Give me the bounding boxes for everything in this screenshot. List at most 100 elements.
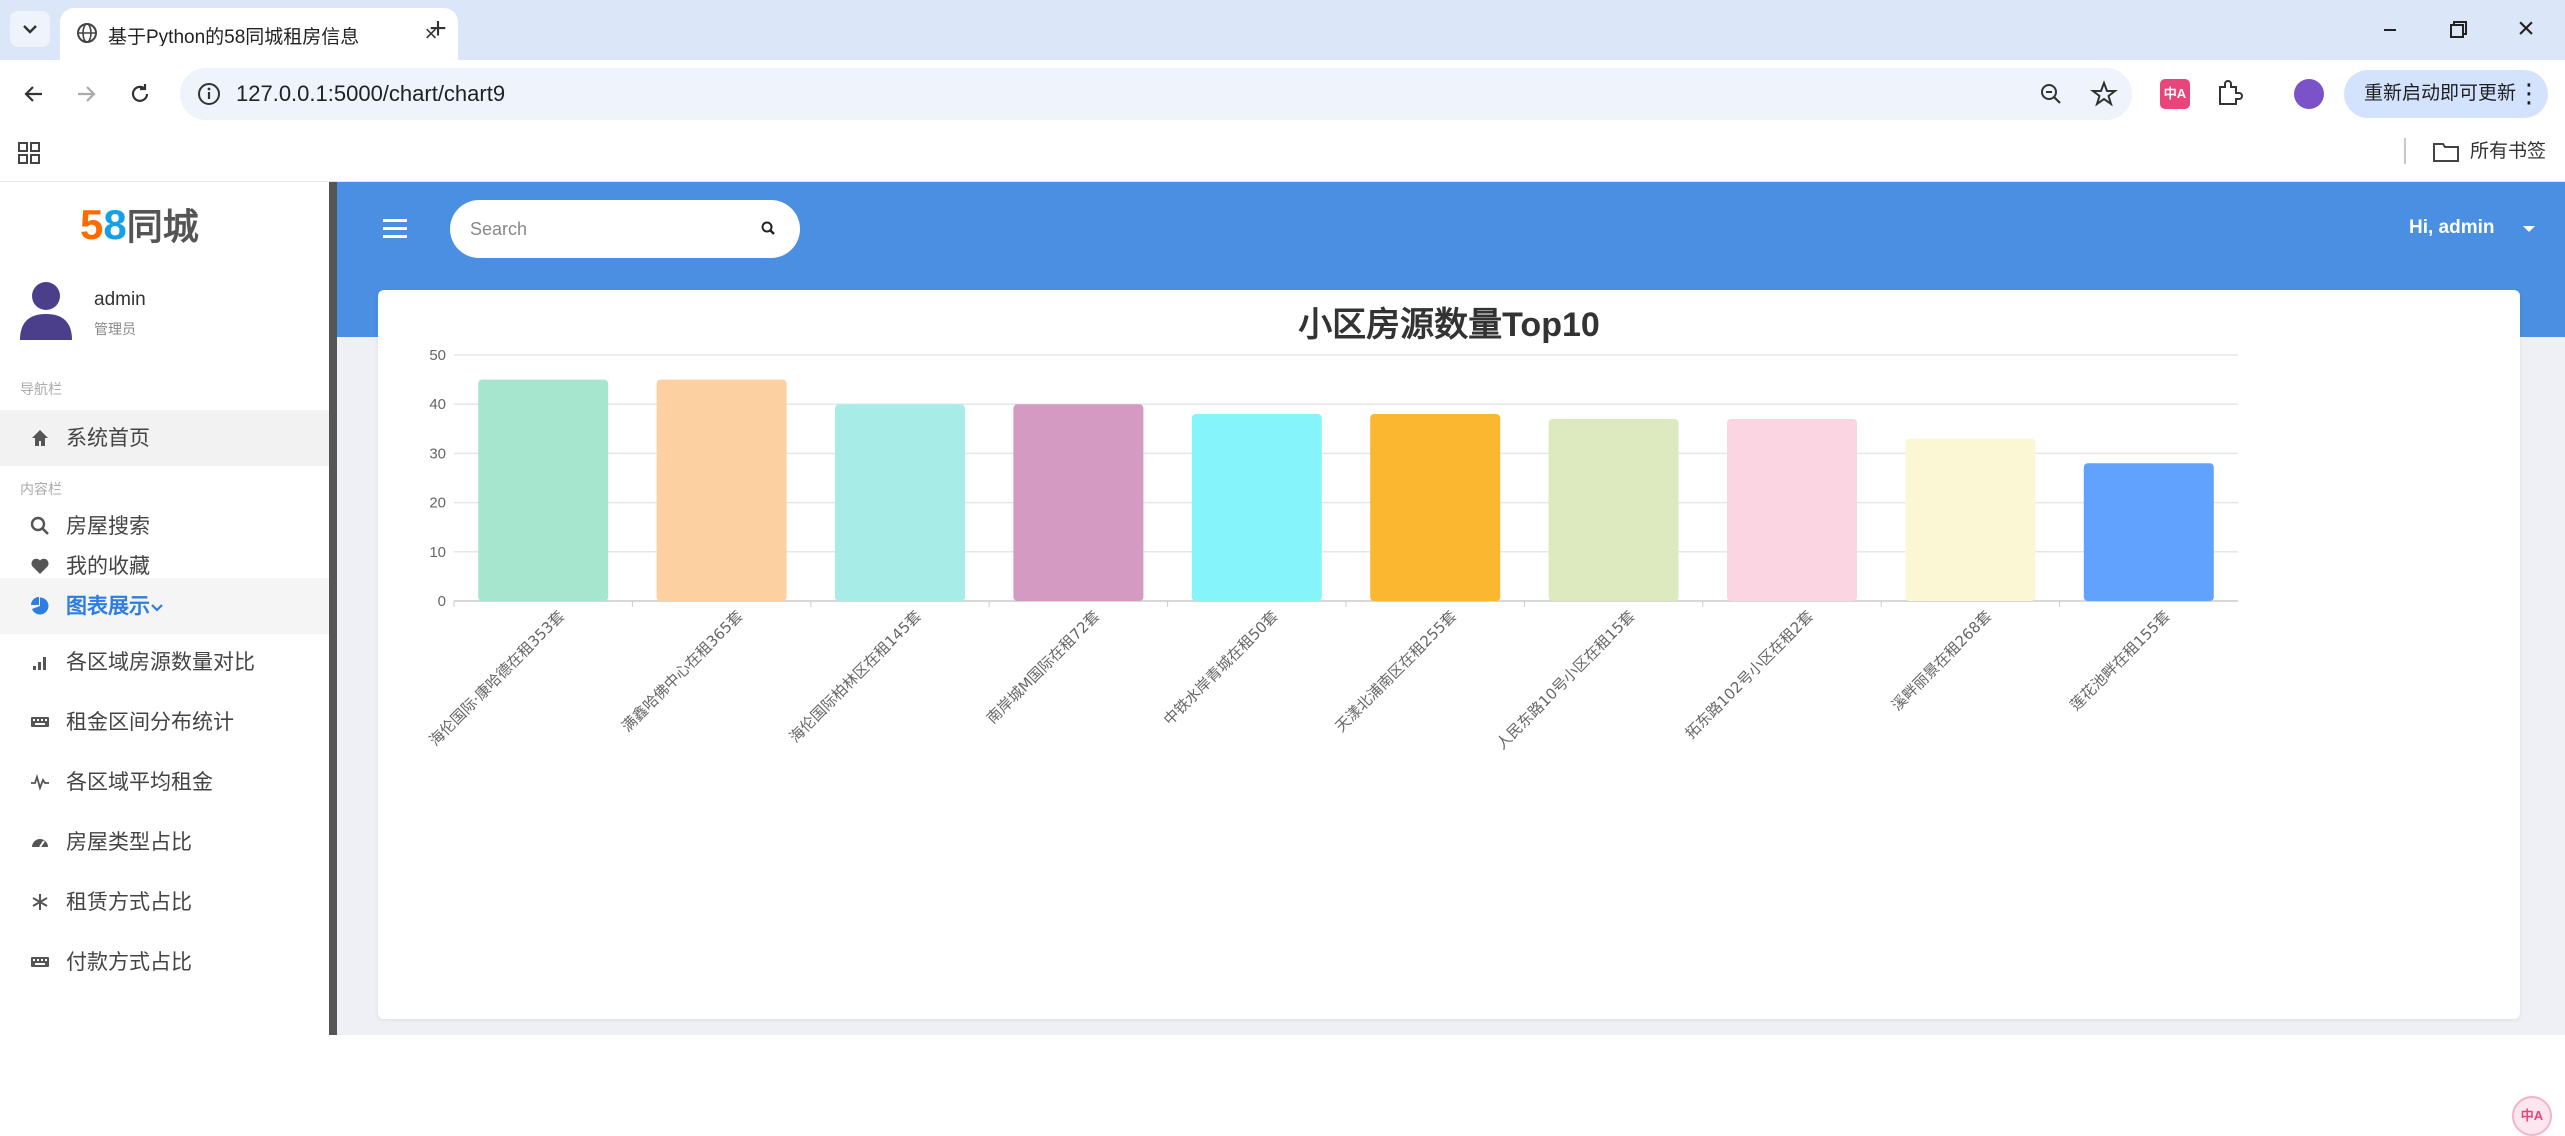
x-tick-label: 海伦国际柏林区在租145套 — [786, 607, 925, 746]
chart-bar[interactable] — [656, 379, 787, 601]
window-close-icon[interactable]: × — [2506, 12, 2546, 48]
translate-extension-icon[interactable]: 中A — [2160, 79, 2190, 109]
chart-bar[interactable] — [1548, 418, 1679, 601]
menu-toggle-icon[interactable] — [381, 216, 411, 242]
tab-title: 基于Python的58同城租房信息 — [108, 27, 360, 46]
x-tick-label: 中铁水岸青城在租50套 — [1160, 607, 1282, 729]
y-tick-label: 0 — [438, 593, 446, 610]
chart-bar[interactable] — [1727, 418, 1857, 601]
back-button[interactable] — [14, 74, 54, 114]
x-tick-label: 天漾北浦南区在租255套 — [1332, 607, 1460, 735]
asterisk-icon — [28, 890, 52, 914]
logo[interactable]: 58同城 — [80, 200, 260, 250]
browser-toolbar: 127.0.0.1:5000/chart/chart9 中A 重新启动即可更新 … — [0, 60, 2565, 128]
user-name: admin — [94, 289, 146, 310]
sidebar-item-house-type[interactable]: 房屋类型占比 — [0, 814, 329, 870]
x-tick-label: 人民东路10号小区在租15套 — [1493, 607, 1639, 753]
search-input[interactable] — [470, 214, 740, 244]
section-label-nav: 导航栏 — [20, 381, 62, 397]
url-text[interactable]: 127.0.0.1:5000/chart/chart9 — [236, 80, 505, 108]
section-label-content: 内容栏 — [20, 481, 62, 497]
heart-icon — [28, 554, 52, 578]
x-tick-label: 满鑫哈佛中心在租365套 — [618, 607, 746, 735]
chart-bar[interactable] — [478, 379, 609, 601]
sidebar-item-payment-type[interactable]: 付款方式占比 — [0, 934, 329, 990]
apps-grid-icon[interactable] — [16, 140, 42, 166]
sidebar-item-label: 各区域房源数量对比 — [66, 651, 255, 674]
info-icon[interactable] — [196, 81, 222, 107]
sidebar-item-avg-rent[interactable]: 各区域平均租金 — [0, 754, 329, 810]
sidebar-item-label: 系统首页 — [66, 427, 150, 450]
sidebar-scrollbar[interactable] — [329, 182, 337, 1035]
update-button[interactable]: 重新启动即可更新 ⋮ — [2344, 70, 2548, 118]
sidebar-item-rent-distribution[interactable]: 租金区间分布统计 — [0, 694, 329, 750]
update-button-label: 重新启动即可更新 — [2364, 83, 2517, 104]
minimize-icon[interactable] — [2370, 14, 2410, 46]
chart-card: 小区房源数量Top10 0 10 20 30 40 50 海伦国际·康哈德在租353套 满鑫… — [378, 290, 2520, 1019]
dashboard-icon — [28, 830, 52, 854]
browser-tab-active[interactable]: 基于Python的58同城租房信息 × — [60, 8, 458, 60]
bookmark-bar: 所有书签 — [0, 128, 2565, 182]
all-bookmarks-link[interactable]: 所有书签 — [2470, 140, 2546, 164]
chart-bar[interactable] — [1905, 438, 2036, 601]
sidebar-item-label: 各区域平均租金 — [66, 771, 213, 794]
new-tab-button[interactable]: + — [420, 14, 456, 46]
sidebar-item-lease-type[interactable]: 租赁方式占比 — [0, 874, 329, 930]
sidebar-item-label: 图表展示 — [66, 594, 164, 620]
caret-down-icon[interactable] — [2523, 226, 2535, 232]
restore-icon[interactable] — [2438, 14, 2478, 46]
chart-bar[interactable] — [835, 404, 965, 601]
search-icon[interactable] — [758, 218, 780, 240]
y-tick-label: 10 — [429, 544, 446, 561]
arrow-left-icon — [24, 86, 42, 102]
folder-icon[interactable] — [2432, 140, 2460, 164]
avatar — [20, 282, 72, 340]
address-bar[interactable]: 127.0.0.1:5000/chart/chart9 — [180, 68, 2132, 120]
sidebar-item-label: 付款方式占比 — [66, 951, 192, 974]
chevron-down-icon — [151, 604, 163, 612]
x-tick-label: 莲花池畔在租155套 — [2066, 607, 2173, 714]
floating-translate-icon[interactable]: 中A — [2512, 1096, 2552, 1136]
tab-search-button[interactable] — [10, 11, 50, 47]
reload-button[interactable] — [120, 74, 160, 114]
sidebar-item-home[interactable]: 系统首页 — [0, 410, 329, 466]
bookmark-divider — [2404, 138, 2406, 164]
profile-avatar-icon[interactable] — [2294, 79, 2324, 109]
bookmark-star-icon[interactable] — [2090, 80, 2118, 108]
y-tick-label: 40 — [429, 396, 446, 413]
y-tick-label: 20 — [429, 495, 446, 512]
sidebar-item-label: 我的收藏 — [66, 555, 150, 578]
chevron-down-icon — [23, 25, 37, 34]
sidebar-item-label: 房屋类型占比 — [66, 831, 192, 854]
search-box — [450, 200, 800, 258]
chart-title: 小区房源数量Top10 — [1298, 306, 1600, 344]
bar-chart: 小区房源数量Top10 0 10 20 30 40 50 海伦国际·康哈德在租353套 满鑫… — [426, 306, 2238, 753]
sidebar-item-label: 租赁方式占比 — [66, 891, 192, 914]
more-vert-icon[interactable]: ⋮ — [2516, 78, 2542, 108]
sidebar-item-charts[interactable]: 图表展示 — [0, 578, 329, 634]
arrow-right-icon — [78, 86, 96, 102]
extensions-puzzle-icon[interactable] — [2214, 78, 2244, 108]
x-tick-label: 南岸城M国际在租72套 — [983, 607, 1103, 727]
home-icon — [28, 426, 52, 450]
page: 58同城 admin 管理员 导航栏 系统首页 内容栏 房屋搜索 我的收藏 图表… — [0, 182, 2565, 1136]
chart-bar[interactable] — [1191, 414, 1322, 601]
browser-tab-strip: 基于Python的58同城租房信息 × + × — [0, 0, 2565, 60]
pulse-icon — [28, 770, 52, 794]
chart-bar[interactable] — [1370, 414, 1501, 601]
y-tick-label: 30 — [429, 445, 446, 462]
x-tick-label: 拓东路102号小区在租2套 — [1682, 607, 1817, 742]
globe-icon — [77, 23, 97, 43]
reload-icon — [131, 84, 149, 102]
zoom-out-icon[interactable] — [2038, 81, 2064, 107]
pie-chart-icon — [28, 594, 52, 618]
search-icon — [28, 514, 52, 538]
forward-button[interactable] — [66, 74, 106, 114]
chart-bar[interactable] — [1013, 404, 1144, 601]
signal-bars-icon — [28, 650, 52, 674]
sidebar-item-region-count[interactable]: 各区域房源数量对比 — [0, 634, 329, 690]
y-tick-label: 50 — [429, 347, 446, 364]
x-tick-label: 溪畔丽景在租268套 — [1888, 607, 1995, 714]
chart-bar[interactable] — [2083, 463, 2214, 601]
user-menu-toggle[interactable]: Hi, admin — [2409, 216, 2495, 240]
